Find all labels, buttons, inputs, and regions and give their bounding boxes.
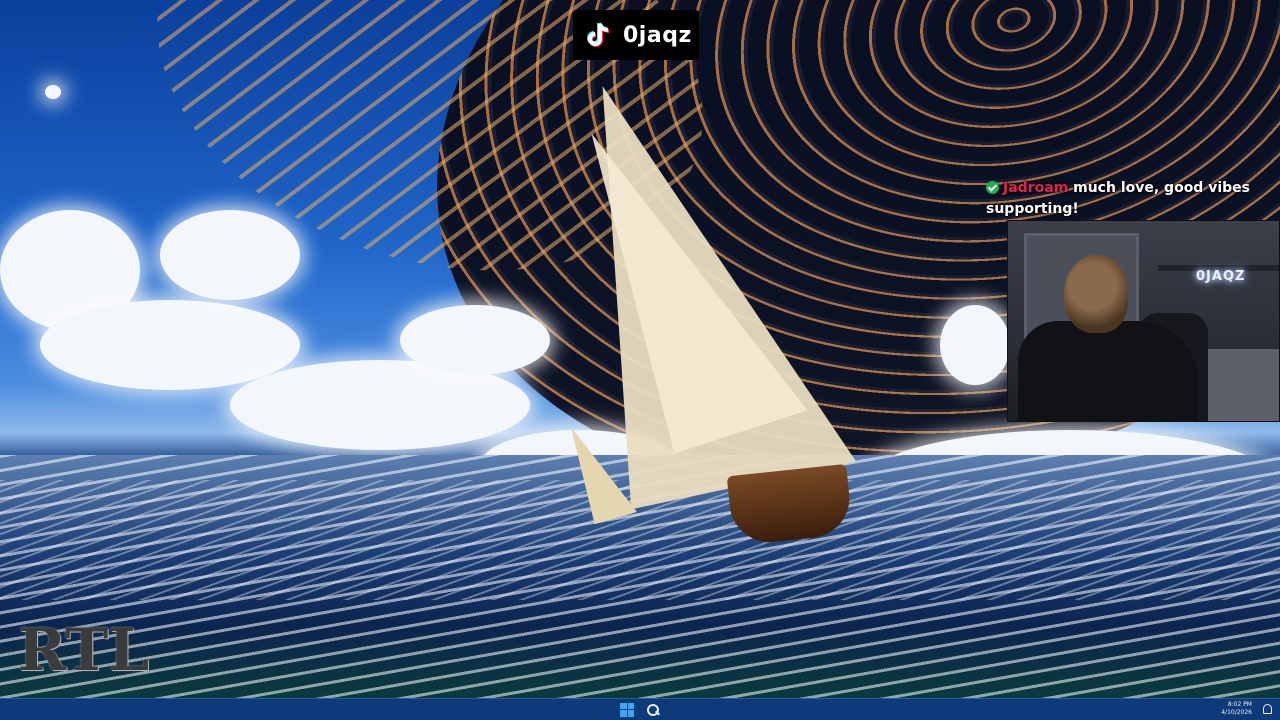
verified-check-icon bbox=[986, 181, 999, 194]
wallpaper-cloud bbox=[45, 85, 61, 99]
webcam-bed bbox=[1203, 349, 1279, 421]
tray-time: 8:02 PM bbox=[1227, 701, 1252, 708]
tiktok-username-badge: 0jaqz bbox=[573, 10, 699, 60]
tiktok-logo-icon bbox=[581, 18, 615, 52]
chat-message: Jadroam much love, good vibes supporting… bbox=[986, 178, 1266, 220]
search-icon[interactable] bbox=[646, 703, 660, 717]
taskbar: 8:02 PM 4/10/2026 bbox=[0, 698, 1280, 720]
windows-start-icon[interactable] bbox=[620, 702, 634, 717]
tray-date: 4/10/2026 bbox=[1221, 709, 1252, 716]
webcam-person-body bbox=[1018, 321, 1198, 421]
tiktok-username: 0jaqz bbox=[623, 22, 692, 48]
webcam-feed: 0JAQZ bbox=[1007, 220, 1280, 422]
notification-bell-icon[interactable] bbox=[1263, 704, 1272, 714]
streamer-logo: RTL bbox=[18, 616, 150, 684]
wallpaper-cloud bbox=[160, 210, 300, 300]
wallpaper-cloud bbox=[400, 305, 550, 375]
webcam-person-head bbox=[1064, 255, 1128, 333]
wallpaper-cloud bbox=[940, 305, 1010, 385]
chat-username: Jadroam bbox=[1003, 180, 1069, 196]
system-tray-clock[interactable]: 8:02 PM 4/10/2026 bbox=[1221, 701, 1252, 717]
webcam-neon-sign: 0JAQZ bbox=[1196, 269, 1246, 284]
taskbar-center bbox=[620, 702, 660, 717]
